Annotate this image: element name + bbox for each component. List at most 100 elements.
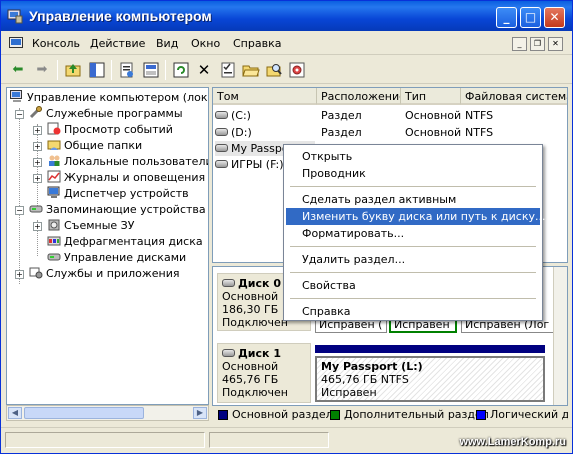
volume-type: Основной	[405, 109, 462, 122]
checklist-icon[interactable]	[219, 61, 237, 79]
shared-folder-icon	[47, 140, 61, 150]
volume-location: Раздел	[321, 126, 362, 139]
mdi-minimize-button[interactable]: _	[512, 37, 527, 51]
volume-row-d[interactable]: (D:)	[215, 125, 252, 140]
drive-icon	[215, 111, 228, 119]
properties-icon[interactable]	[118, 61, 136, 79]
menu-help[interactable]: Справка	[233, 37, 281, 50]
help-icon[interactable]	[142, 61, 160, 79]
scrollbar-thumb[interactable]	[24, 407, 144, 419]
disk-1-label[interactable]: Диск 1 Основной 465,76 ГБ Подключен	[217, 343, 311, 403]
open-folder-icon[interactable]	[242, 61, 260, 79]
column-volume[interactable]: Том	[213, 88, 317, 105]
tree-item-local-users[interactable]: Локальные пользователи	[47, 154, 208, 170]
disk-icon	[222, 349, 235, 357]
status-bar: www.LamerKomp.ru	[1, 427, 572, 453]
tree-item-shared-folders[interactable]: Общие папки	[47, 138, 142, 154]
volume-row-c[interactable]: (C:)	[215, 108, 251, 123]
forward-arrow-icon[interactable]: ➡	[33, 61, 51, 79]
console-icon	[9, 37, 23, 48]
partition-logical[interactable]: Исправен (Лог	[461, 319, 561, 333]
drive-icon	[215, 144, 228, 152]
delete-icon[interactable]: ✕	[195, 61, 213, 79]
menu-item-mark-active[interactable]: Сделать раздел активным	[286, 191, 540, 208]
column-filesystem[interactable]: Файловая система	[461, 88, 567, 105]
legend-swatch-extended	[330, 410, 340, 420]
column-location[interactable]: Расположение	[317, 88, 401, 105]
disk-state: Подключен	[222, 386, 288, 399]
scroll-left-arrow-icon[interactable]: ◀	[8, 407, 22, 419]
tree-label: Диспетчер устройств	[64, 187, 189, 200]
computer-icon	[10, 90, 22, 102]
menu-item-change-drive-letter[interactable]: Изменить букву диска или путь к диску...	[286, 208, 545, 225]
collapse-toggle[interactable]: −	[15, 206, 24, 215]
legend-swatch-logical	[476, 410, 486, 420]
scroll-right-arrow-icon[interactable]: ▶	[193, 407, 207, 419]
expand-toggle[interactable]: +	[33, 126, 42, 135]
expand-toggle[interactable]: +	[33, 174, 42, 183]
tree-item-performance-logs[interactable]: Журналы и оповещения п	[47, 170, 208, 186]
tree-item-computer-management[interactable]: Управление компьютером (локаль	[10, 90, 208, 106]
search-folder-icon[interactable]	[265, 61, 283, 79]
tree-item-removable-storage[interactable]: Съемные ЗУ	[47, 218, 134, 234]
mdi-restore-button[interactable]: ❐	[530, 37, 545, 51]
partition-d[interactable]: Исправен	[389, 319, 457, 333]
partition-size: 465,76 ГБ NTFS	[321, 373, 409, 386]
tree-item-device-manager[interactable]: Диспетчер устройств	[47, 186, 189, 202]
expand-toggle[interactable]: +	[15, 270, 24, 279]
menu-item-help[interactable]: Справка	[286, 303, 540, 320]
window-title: Управление компьютером	[29, 8, 212, 24]
tree-item-system-tools[interactable]: Служебные программы	[29, 106, 183, 122]
legend-swatch-primary	[218, 410, 228, 420]
menu-separator	[290, 186, 536, 187]
graph-vertical-scrollbar[interactable]	[553, 267, 567, 405]
performance-icon	[47, 170, 61, 183]
tree-horizontal-scrollbar[interactable]: ◀ ▶	[6, 405, 209, 421]
collapse-toggle[interactable]: −	[15, 110, 24, 119]
menu-action[interactable]: Действие	[90, 37, 145, 50]
tree-item-storage[interactable]: Запоминающие устройства	[29, 202, 206, 218]
mdi-close-button[interactable]: ✕	[548, 37, 563, 51]
tree-item-services-apps[interactable]: Службы и приложения	[29, 266, 179, 282]
maximize-button[interactable]: □	[520, 7, 541, 28]
back-arrow-icon[interactable]: ⬅	[9, 61, 27, 79]
column-type[interactable]: Тип	[401, 88, 461, 105]
menu-item-explore[interactable]: Проводник	[286, 165, 540, 182]
removable-storage-icon	[48, 219, 60, 231]
disk-settings-icon[interactable]	[288, 61, 306, 79]
up-level-icon[interactable]	[64, 61, 82, 79]
menu-bar: Консоль Действие Вид Окно Справка _ ❐ ✕	[1, 33, 572, 55]
expand-toggle[interactable]: +	[33, 158, 42, 167]
event-viewer-icon	[47, 122, 61, 135]
minimize-button[interactable]: _	[496, 7, 517, 28]
menu-window[interactable]: Окно	[191, 37, 220, 50]
expand-toggle[interactable]: +	[33, 142, 42, 151]
expand-toggle[interactable]: +	[33, 222, 42, 231]
title-bar[interactable]: Управление компьютером _ □ ✕	[1, 1, 572, 31]
menu-view[interactable]: Вид	[156, 37, 178, 50]
partition-my-passport[interactable]: My Passport (L:) 465,76 ГБ NTFS Исправен	[315, 356, 545, 402]
menu-console[interactable]: Консоль	[32, 37, 80, 50]
tree-item-defragmentation[interactable]: Дефрагментация диска	[47, 234, 203, 250]
tree-item-disk-management[interactable]: Управление дисками	[47, 250, 186, 266]
menu-item-open[interactable]: Открыть	[286, 148, 540, 165]
refresh-icon[interactable]	[172, 61, 190, 79]
partition-c[interactable]: Исправен (	[315, 319, 387, 333]
tree-label: Дефрагментация диска	[64, 235, 203, 248]
primary-partition-bar	[315, 345, 545, 353]
storage-icon	[29, 205, 43, 213]
menu-item-format[interactable]: Форматировать...	[286, 225, 540, 242]
status-segment	[5, 432, 205, 448]
tree-item-event-viewer[interactable]: Просмотр событий	[47, 122, 173, 138]
services-icon	[29, 267, 43, 279]
menu-item-delete-partition[interactable]: Удалить раздел...	[286, 251, 540, 268]
disk-kind: Основной	[222, 360, 279, 373]
tree-label: Просмотр событий	[64, 123, 173, 136]
menu-item-properties[interactable]: Свойства	[286, 277, 540, 294]
disk-title: Диск 1	[222, 347, 306, 360]
volume-row-games[interactable]: ИГРЫ (F:)	[215, 157, 284, 172]
tree-label: Запоминающие устройства	[46, 203, 206, 216]
users-icon	[49, 155, 60, 166]
show-hide-tree-icon[interactable]	[88, 61, 106, 79]
close-button[interactable]: ✕	[544, 7, 565, 28]
